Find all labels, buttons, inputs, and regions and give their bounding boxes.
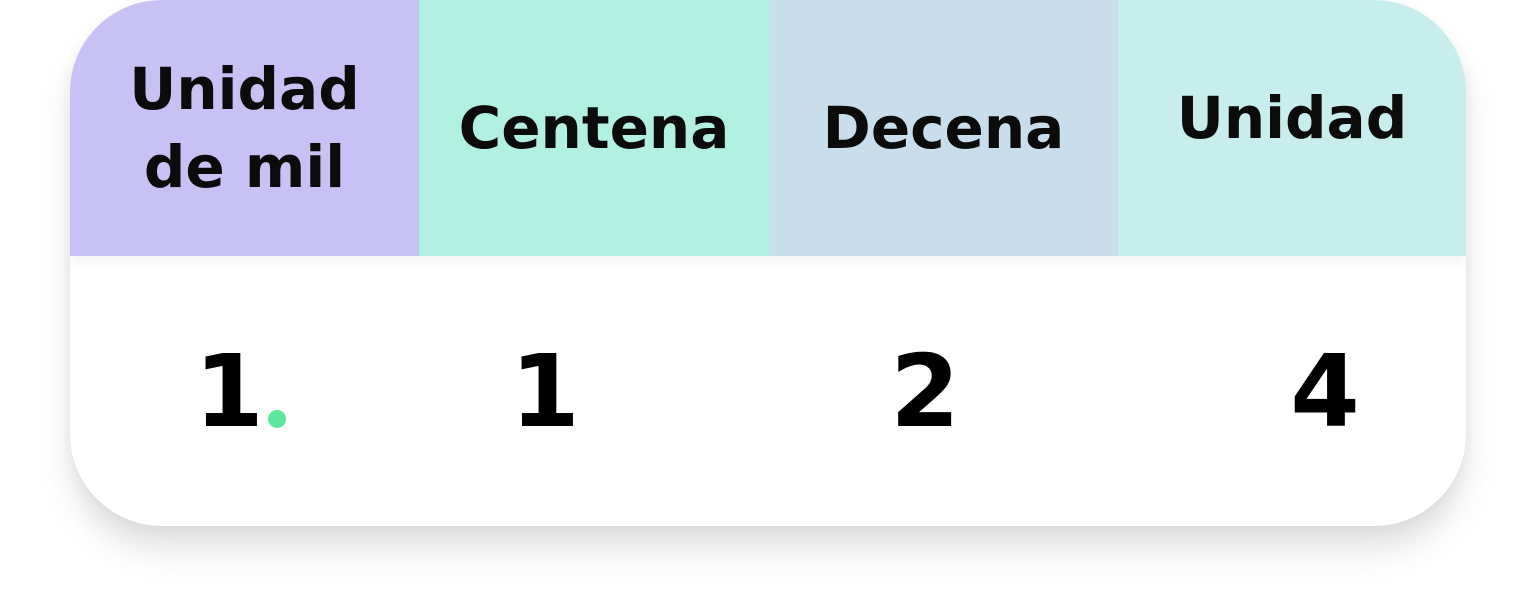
place-value-digits: 1 1 2 4: [70, 256, 1466, 526]
header-unidad: Unidad: [1118, 0, 1466, 256]
header-label: Unidad de mil: [129, 50, 359, 206]
header-label-line1: Centena: [458, 94, 730, 162]
header-decena: Decena: [769, 0, 1118, 256]
digit-centena: 1: [419, 256, 671, 526]
header-label-line1: Decena: [822, 94, 1065, 162]
header-label-line2: de mil: [143, 133, 346, 201]
digit-value: 2: [890, 332, 960, 450]
header-unidad-de-mil: Unidad de mil: [70, 0, 419, 256]
digit-value: 1: [194, 332, 264, 450]
place-value-header: Unidad de mil Centena Decena Unidad: [70, 0, 1466, 256]
header-label-line1: Unidad: [1176, 84, 1408, 152]
thousands-separator-dot: [267, 410, 286, 428]
digit-unidad-de-mil: 1: [70, 256, 410, 526]
digit-decena: 2: [770, 256, 1080, 526]
header-label-line1: Unidad: [129, 55, 360, 123]
digit-unidad: 4: [1120, 256, 1466, 526]
place-value-table: Unidad de mil Centena Decena Unidad 1 1 …: [70, 0, 1466, 526]
digit-value: 4: [1290, 332, 1360, 450]
header-centena: Centena: [419, 0, 769, 256]
digit-value: 1: [510, 332, 580, 450]
